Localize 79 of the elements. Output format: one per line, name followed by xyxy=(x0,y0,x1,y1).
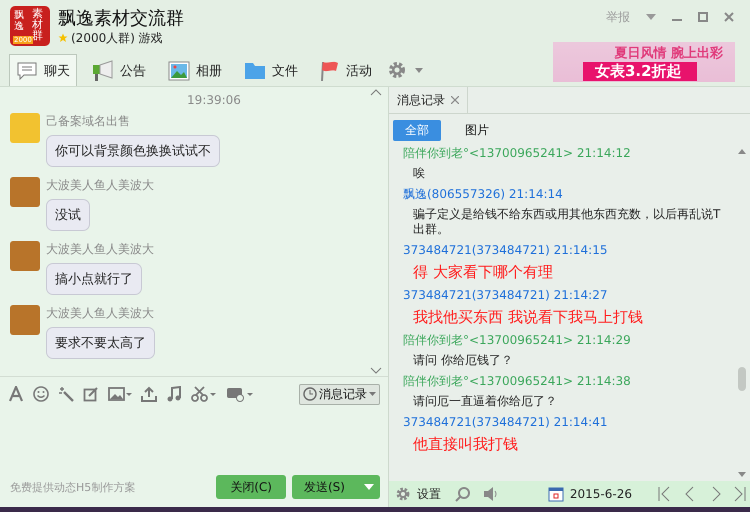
dropdown-icon[interactable] xyxy=(646,14,656,20)
sender-name: 大波美人鱼人美波大 xyxy=(46,305,155,322)
speaker-icon[interactable] xyxy=(483,486,499,502)
message-text: 得 大家看下哪个有理 xyxy=(412,262,554,283)
scroll-down-icon[interactable] xyxy=(370,367,382,374)
screen-share-icon[interactable] xyxy=(226,386,254,402)
sender-name: 己备案域名出售 xyxy=(46,113,131,130)
maximize-icon[interactable] xyxy=(698,12,708,22)
message-text: 他直接叫我打钱 xyxy=(412,434,519,455)
sender-line: 373484721(373484721) 21:14:27 xyxy=(403,288,608,303)
filter-tab[interactable]: 图片 xyxy=(453,120,501,141)
edit-icon[interactable] xyxy=(83,386,99,402)
sender-line: 飘逸(806557326) 21:14:14 xyxy=(403,187,564,202)
tab[interactable]: 聊天 xyxy=(9,54,77,86)
close-icon[interactable] xyxy=(451,96,459,104)
message-text: 请问 你给厄钱了？ xyxy=(412,352,514,369)
chat-bubble: 没试 xyxy=(46,199,90,231)
font-icon[interactable] xyxy=(8,386,24,402)
upload-icon[interactable] xyxy=(141,386,157,402)
music-note-icon[interactable] xyxy=(166,386,182,402)
scroll-up-icon[interactable] xyxy=(370,89,382,96)
picture-icon xyxy=(168,60,190,80)
sender-line: 373484721(373484721) 21:14:15 xyxy=(403,243,608,258)
megaphone-icon xyxy=(92,60,114,82)
clock-icon xyxy=(303,387,317,401)
scroll-up-icon[interactable] xyxy=(738,149,746,154)
window-title: 飘逸素材交流群 xyxy=(58,6,184,30)
date-label: 2015-6-26 xyxy=(570,487,632,501)
first-page-icon[interactable] xyxy=(658,486,670,502)
dropdown-icon[interactable] xyxy=(415,68,423,72)
sender-name: 大波美人鱼人美波大 xyxy=(46,177,154,194)
flag-icon xyxy=(320,60,340,82)
previous-icon[interactable] xyxy=(684,486,696,502)
scroll-thumb[interactable] xyxy=(738,367,746,391)
folder-icon xyxy=(244,62,266,80)
calendar-icon[interactable] xyxy=(548,486,564,502)
image-icon[interactable] xyxy=(108,386,132,402)
send-button[interactable]: 发送(S) xyxy=(292,475,380,499)
ad-banner[interactable]: 夏日风情 腕上出彩 女表3.2折起 xyxy=(553,42,735,82)
settings-icon[interactable] xyxy=(395,486,411,502)
timestamp: 19:39:06 xyxy=(186,93,242,107)
tab[interactable]: 公告 xyxy=(85,54,153,86)
last-page-icon[interactable] xyxy=(734,486,746,502)
speech-bubble-icon xyxy=(16,60,38,80)
sender-name: 大波美人鱼人美波大 xyxy=(46,241,154,258)
settings-icon[interactable] xyxy=(387,60,407,80)
group-info: (2000人群) 游戏 xyxy=(71,30,163,46)
message-text: 唉 xyxy=(412,165,426,182)
star-icon xyxy=(58,33,68,43)
chat-bubble: 要求不要太高了 xyxy=(46,327,155,359)
close-icon[interactable] xyxy=(724,12,734,22)
search-icon[interactable] xyxy=(455,486,471,502)
message-text: 骗子定义是给钱不给东西或用其他东西充数，以后再乱说T出群。 xyxy=(412,206,722,238)
magic-wand-icon[interactable] xyxy=(58,386,74,402)
history-tab[interactable]: 消息记录 xyxy=(389,87,468,113)
tab[interactable]: 文件 xyxy=(237,54,305,86)
close-button[interactable]: 关闭(C) xyxy=(216,475,286,499)
logo-text: 飘逸 xyxy=(14,10,25,32)
scissors-icon[interactable] xyxy=(191,386,217,402)
next-icon[interactable] xyxy=(710,486,722,502)
history-button[interactable]: 消息记录 xyxy=(299,384,380,404)
sender-line: 陪伴你到老°<13700965241> 21:14:29 xyxy=(403,333,632,348)
settings-label[interactable]: 设置 xyxy=(417,486,441,502)
sender-line: 陪伴你到老°<13700965241> 21:14:38 xyxy=(403,374,632,389)
smiley-icon[interactable] xyxy=(33,386,49,402)
tab[interactable]: 活动 xyxy=(313,54,379,86)
ad-text: 女表3.2折起 xyxy=(583,62,697,81)
ad-text: 夏日风情 腕上出彩 xyxy=(614,44,724,62)
message-text: 请问厄一直逼着你给厄了？ xyxy=(412,393,558,410)
dropdown-icon[interactable] xyxy=(364,484,374,490)
sender-line: 陪伴你到老°<13700965241> 21:14:12 xyxy=(403,146,632,161)
dropdown-icon xyxy=(369,392,376,396)
logo-text: 素材群 xyxy=(32,8,43,41)
sender-line: 373484721(373484721) 21:14:41 xyxy=(403,415,608,430)
tab[interactable]: 相册 xyxy=(161,54,229,86)
chat-bubble: 你可以背景颜色换换试试不 xyxy=(46,135,220,167)
message-text: 我找他买东西 我说看下我马上打钱 xyxy=(412,307,644,328)
scroll-down-icon[interactable] xyxy=(738,472,746,477)
chat-bubble: 搞小点就行了 xyxy=(46,263,142,295)
